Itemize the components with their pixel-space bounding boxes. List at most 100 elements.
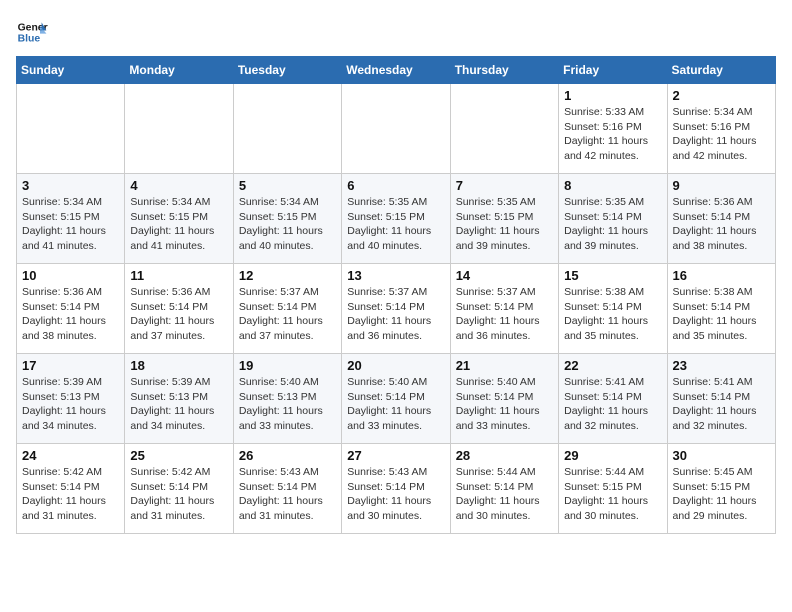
day-number: 22 [564,358,661,373]
day-info: Sunrise: 5:35 AM Sunset: 5:15 PM Dayligh… [456,195,553,254]
weekday-header-monday: Monday [125,57,233,84]
day-info: Sunrise: 5:34 AM Sunset: 5:15 PM Dayligh… [239,195,336,254]
day-info: Sunrise: 5:35 AM Sunset: 5:15 PM Dayligh… [347,195,444,254]
week-row-2: 3Sunrise: 5:34 AM Sunset: 5:15 PM Daylig… [17,174,776,264]
calendar-cell: 7 Sunrise: 5:35 AM Sunset: 5:15 PM Daylig… [450,174,558,264]
day-info: Sunrise: 5:36 AM Sunset: 5:14 PM Dayligh… [673,195,770,254]
calendar-cell [125,84,233,174]
calendar-cell [17,84,125,174]
day-number: 27 [347,448,444,463]
calendar-cell: 20 Sunrise: 5:40 AM Sunset: 5:14 PM Dayli… [342,354,450,444]
day-number: 30 [673,448,770,463]
day-number: 23 [673,358,770,373]
day-number: 18 [130,358,227,373]
day-info: Sunrise: 5:33 AM Sunset: 5:16 PM Dayligh… [564,105,661,164]
calendar-cell: 22 Sunrise: 5:41 AM Sunset: 5:14 PM Dayli… [559,354,667,444]
day-number: 8 [564,178,661,193]
day-number: 14 [456,268,553,283]
calendar-cell: 4 Sunrise: 5:34 AM Sunset: 5:15 PM Daylig… [125,174,233,264]
weekday-header-friday: Friday [559,57,667,84]
weekday-header-tuesday: Tuesday [233,57,341,84]
week-row-3: 10 Sunrise: 5:36 AM Sunset: 5:14 PM Dayli… [17,264,776,354]
calendar-cell: 18Sunrise: 5:39 AM Sunset: 5:13 PM Dayli… [125,354,233,444]
logo: General Blue [16,16,48,48]
calendar-cell: 12 Sunrise: 5:37 AM Sunset: 5:14 PM Dayli… [233,264,341,354]
calendar-cell: 10 Sunrise: 5:36 AM Sunset: 5:14 PM Dayli… [17,264,125,354]
calendar-cell [450,84,558,174]
calendar-cell: 9 Sunrise: 5:36 AM Sunset: 5:14 PM Daylig… [667,174,775,264]
calendar-cell: 13Sunrise: 5:37 AM Sunset: 5:14 PM Dayli… [342,264,450,354]
day-info: Sunrise: 5:42 AM Sunset: 5:14 PM Dayligh… [22,465,119,524]
calendar-cell: 24 Sunrise: 5:42 AM Sunset: 5:14 PM Dayli… [17,444,125,534]
day-info: Sunrise: 5:41 AM Sunset: 5:14 PM Dayligh… [673,375,770,434]
calendar-cell: 21Sunrise: 5:40 AM Sunset: 5:14 PM Dayli… [450,354,558,444]
page-header: General Blue [16,16,776,48]
day-number: 1 [564,88,661,103]
weekday-header-sunday: Sunday [17,57,125,84]
day-info: Sunrise: 5:40 AM Sunset: 5:14 PM Dayligh… [456,375,553,434]
calendar-cell: 1 Sunrise: 5:33 AM Sunset: 5:16 PM Daylig… [559,84,667,174]
weekday-header-thursday: Thursday [450,57,558,84]
calendar-cell: 27 Sunrise: 5:43 AM Sunset: 5:14 PM Dayli… [342,444,450,534]
calendar-cell: 19Sunrise: 5:40 AM Sunset: 5:13 PM Dayli… [233,354,341,444]
week-row-4: 17 Sunrise: 5:39 AM Sunset: 5:13 PM Dayli… [17,354,776,444]
week-row-1: 1 Sunrise: 5:33 AM Sunset: 5:16 PM Daylig… [17,84,776,174]
day-info: Sunrise: 5:44 AM Sunset: 5:15 PM Dayligh… [564,465,661,524]
day-number: 28 [456,448,553,463]
calendar-cell: 26Sunrise: 5:43 AM Sunset: 5:14 PM Dayli… [233,444,341,534]
day-info: Sunrise: 5:34 AM Sunset: 5:15 PM Dayligh… [130,195,227,254]
calendar-cell: 15 Sunrise: 5:38 AM Sunset: 5:14 PM Dayli… [559,264,667,354]
calendar-cell: 29Sunrise: 5:44 AM Sunset: 5:15 PM Dayli… [559,444,667,534]
day-info: Sunrise: 5:37 AM Sunset: 5:14 PM Dayligh… [456,285,553,344]
calendar-cell: 5 Sunrise: 5:34 AM Sunset: 5:15 PM Daylig… [233,174,341,264]
day-number: 17 [22,358,119,373]
day-info: Sunrise: 5:40 AM Sunset: 5:14 PM Dayligh… [347,375,444,434]
day-number: 24 [22,448,119,463]
day-info: Sunrise: 5:43 AM Sunset: 5:14 PM Dayligh… [347,465,444,524]
calendar-cell: 14 Sunrise: 5:37 AM Sunset: 5:14 PM Dayli… [450,264,558,354]
calendar-cell: 11Sunrise: 5:36 AM Sunset: 5:14 PM Dayli… [125,264,233,354]
calendar-cell: 6 Sunrise: 5:35 AM Sunset: 5:15 PM Daylig… [342,174,450,264]
calendar-cell: 30 Sunrise: 5:45 AM Sunset: 5:15 PM Dayli… [667,444,775,534]
calendar-cell: 28 Sunrise: 5:44 AM Sunset: 5:14 PM Dayli… [450,444,558,534]
calendar-cell: 8 Sunrise: 5:35 AM Sunset: 5:14 PM Daylig… [559,174,667,264]
day-info: Sunrise: 5:36 AM Sunset: 5:14 PM Dayligh… [130,285,227,344]
weekday-header-wednesday: Wednesday [342,57,450,84]
calendar-cell: 3Sunrise: 5:34 AM Sunset: 5:15 PM Daylig… [17,174,125,264]
day-number: 15 [564,268,661,283]
day-info: Sunrise: 5:34 AM Sunset: 5:15 PM Dayligh… [22,195,119,254]
weekday-header-row: SundayMondayTuesdayWednesdayThursdayFrid… [17,57,776,84]
day-number: 12 [239,268,336,283]
day-info: Sunrise: 5:44 AM Sunset: 5:14 PM Dayligh… [456,465,553,524]
day-number: 25 [130,448,227,463]
day-number: 20 [347,358,444,373]
day-number: 13 [347,268,444,283]
calendar-table: SundayMondayTuesdayWednesdayThursdayFrid… [16,56,776,534]
day-number: 7 [456,178,553,193]
calendar-cell: 2Sunrise: 5:34 AM Sunset: 5:16 PM Daylig… [667,84,775,174]
day-info: Sunrise: 5:35 AM Sunset: 5:14 PM Dayligh… [564,195,661,254]
day-info: Sunrise: 5:39 AM Sunset: 5:13 PM Dayligh… [22,375,119,434]
day-info: Sunrise: 5:38 AM Sunset: 5:14 PM Dayligh… [673,285,770,344]
day-number: 16 [673,268,770,283]
day-info: Sunrise: 5:45 AM Sunset: 5:15 PM Dayligh… [673,465,770,524]
day-number: 10 [22,268,119,283]
day-number: 4 [130,178,227,193]
day-info: Sunrise: 5:41 AM Sunset: 5:14 PM Dayligh… [564,375,661,434]
calendar-cell: 17 Sunrise: 5:39 AM Sunset: 5:13 PM Dayli… [17,354,125,444]
day-info: Sunrise: 5:38 AM Sunset: 5:14 PM Dayligh… [564,285,661,344]
calendar-cell [342,84,450,174]
day-info: Sunrise: 5:37 AM Sunset: 5:14 PM Dayligh… [239,285,336,344]
week-row-5: 24 Sunrise: 5:42 AM Sunset: 5:14 PM Dayli… [17,444,776,534]
day-number: 2 [673,88,770,103]
day-number: 6 [347,178,444,193]
calendar-cell: 16 Sunrise: 5:38 AM Sunset: 5:14 PM Dayli… [667,264,775,354]
day-info: Sunrise: 5:43 AM Sunset: 5:14 PM Dayligh… [239,465,336,524]
day-info: Sunrise: 5:42 AM Sunset: 5:14 PM Dayligh… [130,465,227,524]
day-number: 9 [673,178,770,193]
day-info: Sunrise: 5:40 AM Sunset: 5:13 PM Dayligh… [239,375,336,434]
calendar-cell: 23 Sunrise: 5:41 AM Sunset: 5:14 PM Dayli… [667,354,775,444]
day-number: 5 [239,178,336,193]
day-info: Sunrise: 5:36 AM Sunset: 5:14 PM Dayligh… [22,285,119,344]
logo-icon: General Blue [16,16,48,48]
